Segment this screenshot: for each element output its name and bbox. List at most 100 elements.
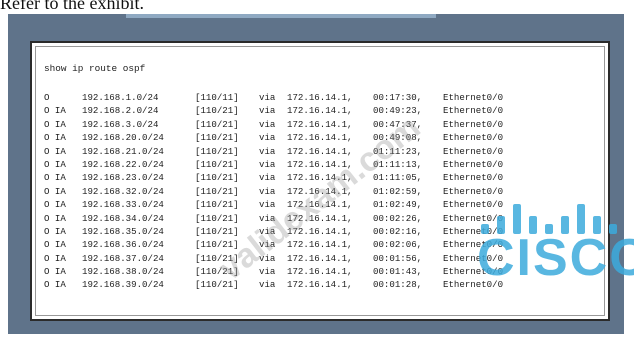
route-network: 192.168.39.0/24 (82, 279, 164, 291)
route-via: via (259, 185, 276, 197)
route-metric: [110/21] (195, 158, 239, 170)
route-network: 192.168.2.0/24 (82, 105, 159, 117)
route-age: 00:01:56, (373, 252, 423, 264)
route-code: O IA (44, 212, 66, 224)
route-via: via (259, 172, 276, 184)
route-metric: [110/21] (195, 118, 239, 130)
route-via: via (259, 118, 276, 130)
route-next-hop: 172.16.14.1, (287, 279, 353, 291)
route-network: 192.168.20.0/24 (82, 132, 164, 144)
route-metric: [110/21] (195, 239, 239, 251)
route-age: 00:01:43, (373, 266, 423, 278)
route-next-hop: 172.16.14.1, (287, 199, 353, 211)
route-row: O IA 192.168.21.0/24 [110/21] via 172.16.14.… (44, 145, 503, 158)
route-row: O IA 192.168.32.0/24 [110/21] via 172.16.14.… (44, 185, 503, 198)
route-code: O IA (44, 252, 66, 264)
route-network: 192.168.1.0/24 (82, 92, 159, 103)
route-metric: [110/21] (195, 225, 239, 237)
route-metric: [110/21] (195, 145, 239, 157)
route-metric: [110/21] (195, 279, 239, 291)
cisco-bar (609, 224, 617, 234)
route-interface: Ethernet0/0 (443, 239, 504, 251)
exhibit-frame: show ip route ospf O 192.168.1.0/24 [110/1… (8, 14, 634, 334)
route-metric: [110/21] (195, 252, 239, 264)
command-line: show ip route ospf (44, 63, 146, 74)
route-metric: [110/21] (195, 185, 239, 197)
route-code: O IA (44, 145, 66, 157)
route-metric: [110/21] (195, 132, 239, 144)
route-network: 192.168.33.0/24 (82, 199, 164, 211)
route-code: O IA (44, 199, 66, 211)
route-via: via (259, 158, 276, 170)
route-metric: [110/11] (195, 92, 239, 103)
route-age: 00:01:28, (373, 279, 423, 291)
route-interface: Ethernet0/0 (443, 185, 504, 197)
route-row: O IA 192.168.38.0/24 [110/21] via 172.16.14.… (44, 265, 503, 278)
route-row: O IA 192.168.23.0/24 [110/21] via 172.16.14.… (44, 171, 503, 184)
route-row: O IA 192.168.22.0/24 [110/21] via 172.16.14.… (44, 158, 503, 171)
route-age: 00:49:08, (373, 132, 423, 144)
route-via: via (259, 279, 276, 291)
route-interface: Ethernet0/0 (443, 92, 504, 103)
route-age: 01:11:05, (373, 172, 423, 184)
route-row: O IA 192.168.36.0/24 [110/21] via 172.16.14.… (44, 238, 503, 251)
route-age: 01:02:49, (373, 199, 423, 211)
route-code: O IA (44, 225, 66, 237)
route-next-hop: 172.16.14.1, (287, 118, 353, 130)
route-network: 192.168.37.0/24 (82, 252, 164, 264)
route-age: 01:02:59, (373, 185, 423, 197)
route-code: O IA (44, 105, 66, 117)
route-next-hop: 172.16.14.1, (287, 105, 353, 117)
route-row: O IA 192.168.35.0/24 [110/21] via 172.16.14.… (44, 225, 503, 238)
route-age: 00:47:37, (373, 118, 423, 130)
route-via: via (259, 212, 276, 224)
route-row: O IA 192.168.2.0/24 [110/21] via 172.16.14.1… (44, 104, 503, 117)
route-interface: Ethernet0/0 (443, 132, 504, 144)
route-interface: Ethernet0/0 (443, 252, 504, 264)
route-code: O IA (44, 118, 66, 130)
route-interface: Ethernet0/0 (443, 158, 504, 170)
route-metric: [110/21] (195, 212, 239, 224)
route-next-hop: 172.16.14.1, (287, 225, 353, 237)
route-next-hop: 172.16.14.1, (287, 145, 353, 157)
exhibit-caption: Refer to the exhibit. (0, 0, 144, 13)
route-next-hop: 172.16.14.1, (287, 158, 353, 170)
route-network: 192.168.38.0/24 (82, 266, 164, 278)
route-code: O IA (44, 172, 66, 184)
route-via: via (259, 252, 276, 264)
route-age: 00:02:26, (373, 212, 423, 224)
route-metric: [110/21] (195, 105, 239, 117)
route-interface: Ethernet0/0 (443, 118, 504, 130)
route-network: 192.168.34.0/24 (82, 212, 164, 224)
route-age: 01:11:23, (373, 145, 423, 157)
route-network: 192.168.23.0/24 (82, 172, 164, 184)
route-interface: Ethernet0/0 (443, 172, 504, 184)
route-next-hop: 172.16.14.1, (287, 92, 353, 103)
route-age: 00:02:06, (373, 239, 423, 251)
terminal-output: show ip route ospf O 192.168.1.0/24 [110/1… (30, 41, 610, 321)
route-code: O IA (44, 279, 66, 291)
route-code: O IA (44, 239, 66, 251)
route-interface: Ethernet0/0 (443, 145, 504, 157)
route-network: 192.168.32.0/24 (82, 185, 164, 197)
route-next-hop: 172.16.14.1, (287, 266, 353, 278)
route-next-hop: 172.16.14.1, (287, 132, 353, 144)
route-table: O 192.168.1.0/24 [110/11] via 172.16.14.1, 00… (44, 91, 503, 292)
route-via: via (259, 266, 276, 278)
route-via: via (259, 132, 276, 144)
route-code: O IA (44, 132, 66, 144)
route-next-hop: 172.16.14.1, (287, 172, 353, 184)
route-via: via (259, 239, 276, 251)
route-code: O (44, 92, 50, 103)
route-next-hop: 172.16.14.1, (287, 185, 353, 197)
route-via: via (259, 92, 276, 103)
route-metric: [110/21] (195, 266, 239, 278)
route-interface: Ethernet0/0 (443, 105, 504, 117)
route-metric: [110/21] (195, 172, 239, 184)
route-interface: Ethernet0/0 (443, 266, 504, 278)
route-row: O IA 192.168.33.0/24 [110/21] via 172.16.14.… (44, 198, 503, 211)
route-row: O IA 192.168.39.0/24 [110/21] via 172.16.14.… (44, 278, 503, 291)
route-row: O 192.168.1.0/24 [110/11] via 172.16.14.1, 00… (44, 91, 503, 104)
route-interface: Ethernet0/0 (443, 225, 504, 237)
route-via: via (259, 199, 276, 211)
